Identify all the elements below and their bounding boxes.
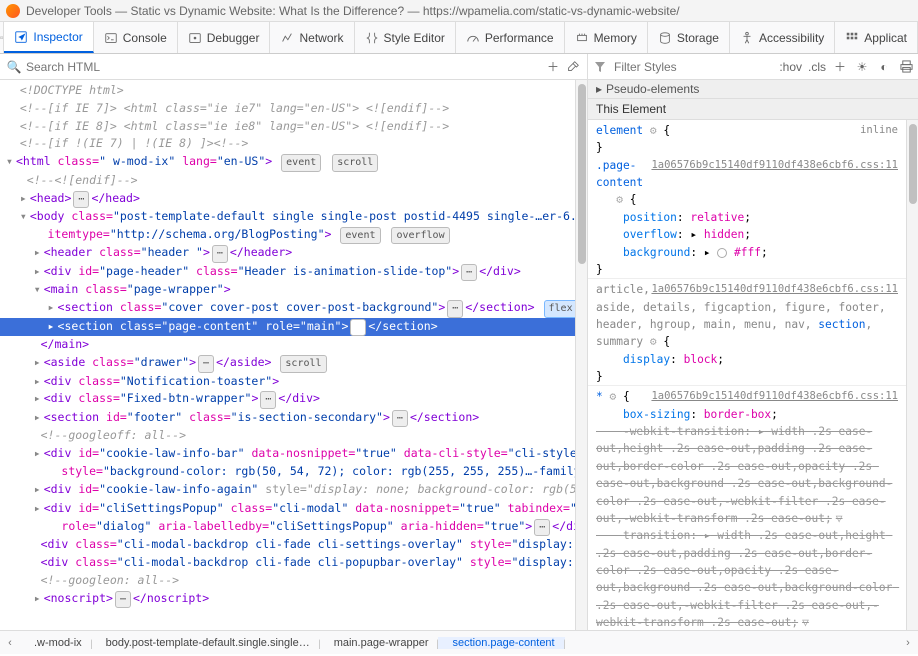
dom-tree-pane: <!DOCTYPE html> <!--[if IE 7]> <html cla… [0,80,588,630]
eyedropper-icon[interactable] [565,59,581,75]
color-swatch[interactable] [717,248,727,258]
dark-mode-icon[interactable]: ◐ [876,59,892,75]
gear-icon[interactable]: ⚙ [650,124,657,137]
selected-node[interactable]: ▸<section class="page-content" role="mai… [0,318,575,337]
add-node-icon[interactable]: ＋ [545,59,561,75]
tab-performance[interactable]: Performance [456,22,565,53]
crumb-main[interactable]: main.page-wrapper [320,637,439,649]
tab-inspector[interactable]: Inspector [4,22,93,53]
breadcrumb-prev[interactable]: ‹ [0,637,20,649]
window-titlebar: Developer Tools — Static vs Dynamic Webs… [0,0,918,22]
breadcrumb-bar: ‹ .w-mod-ix body.post-template-default.s… [0,630,918,654]
source-link[interactable]: 1a06576b9c15140df9110df438e6cbf6.css:11 [651,388,898,404]
firefox-icon [6,4,20,18]
tab-accessibility[interactable]: Accessibility [730,22,835,53]
rules-scrollbar[interactable] [906,120,918,630]
breadcrumb-next[interactable]: › [898,637,918,649]
light-mode-icon[interactable]: ☀ [854,59,870,75]
css-rules[interactable]: inlineelement ⚙ { } 1a06576b9c15140df911… [588,120,906,630]
tab-application[interactable]: Applicat [835,22,918,53]
devtools-tabs: Inspector Console Debugger Network Style… [0,22,918,54]
filter-icon[interactable]: ▽ [802,616,809,629]
crumb-html[interactable]: .w-mod-ix [20,637,92,649]
funnel-icon [592,59,608,75]
add-rule-icon[interactable]: ＋ [832,59,848,75]
pseudo-elements-section[interactable]: ▸Pseudo-elements [588,80,918,99]
crumb-section[interactable]: section.page-content [438,637,564,649]
gear-icon[interactable]: ⚙ [616,193,623,206]
rules-pane: ▸Pseudo-elements This Element inlineelem… [588,80,918,630]
gear-icon[interactable]: ⚙ [610,390,617,403]
tab-network[interactable]: Network [270,22,354,53]
tab-style-editor[interactable]: Style Editor [355,22,456,53]
print-media-icon[interactable] [898,59,914,75]
this-element-section: This Element [588,99,918,120]
source-link[interactable]: 1a06576b9c15140df9110df438e6cbf6.css:11 [651,281,898,297]
tab-storage[interactable]: Storage [648,22,730,53]
filter-icon[interactable]: ▽ [836,512,843,525]
window-title: Developer Tools — Static vs Dynamic Webs… [26,4,680,18]
crumb-body[interactable]: body.post-template-default.single.single… [92,637,320,649]
search-icon: 🔍 [6,59,22,75]
filter-styles-input[interactable] [614,60,773,74]
tab-memory[interactable]: Memory [565,22,648,53]
source-link[interactable]: 1a06576b9c15140df9110df438e6cbf6.css:11 [651,157,898,173]
cls-toggle[interactable]: .cls [808,60,826,74]
tab-debugger[interactable]: Debugger [178,22,271,53]
dom-scrollbar[interactable] [575,80,587,630]
tab-console[interactable]: Console [94,22,178,53]
filter-row: 🔍 ＋ :hov .cls ＋ ☀ ◐ [0,54,918,80]
hov-toggle[interactable]: :hov [779,60,802,74]
dom-tree[interactable]: <!DOCTYPE html> <!--[if IE 7]> <html cla… [0,80,575,630]
gear-icon[interactable]: ⚙ [650,335,657,348]
search-html-input[interactable] [26,60,541,74]
